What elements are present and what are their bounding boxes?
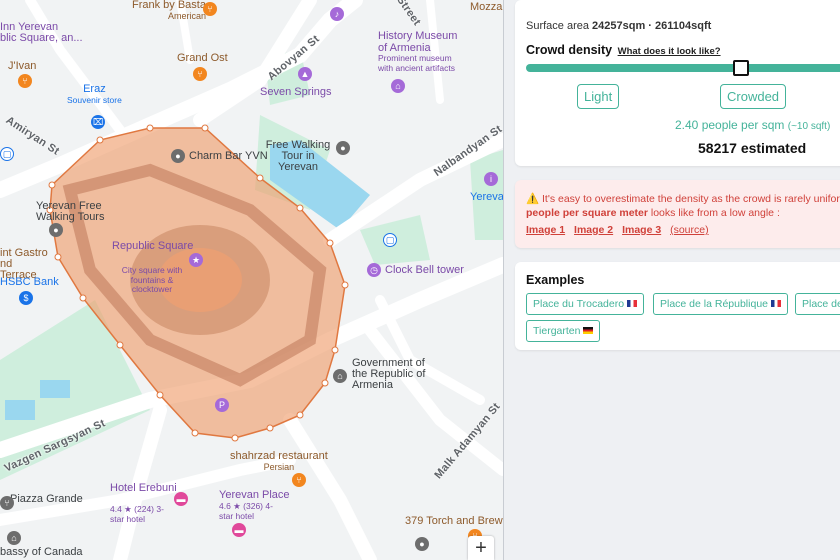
info-pin-icon[interactable]: i — [484, 172, 498, 186]
place-clock-bell-tower[interactable]: Clock Bell tower — [385, 265, 464, 276]
place-hsbc-bank[interactable]: HSBC Bank — [0, 277, 59, 288]
parking-pin-icon[interactable]: P — [215, 398, 229, 412]
map-view[interactable]: Amiryan St Abovyan St Nalbandyan St Vazg… — [0, 0, 503, 560]
bar-pin-icon[interactable]: ● — [171, 149, 185, 163]
per-sqft-value: (~10 sqft) — [787, 121, 831, 132]
bank-pin-icon-2[interactable]: ⌂ — [7, 531, 21, 545]
tour-pin-icon-2[interactable]: ● — [49, 223, 63, 237]
hotel-pin-icon[interactable]: ▬ — [174, 492, 188, 506]
warning-rest: looks like from a low angle : — [647, 207, 780, 219]
example-label: Tiergarten — [533, 325, 581, 337]
density-title: Crowd density — [526, 43, 613, 57]
light-button[interactable]: Light — [577, 84, 620, 109]
fountain-pin-icon[interactable]: ▲ — [298, 67, 312, 81]
example-republique[interactable]: Place de la République — [653, 293, 788, 315]
people-per-sqm-value: 2.40 people per sqm — [675, 118, 785, 132]
warning-links: Image 1 Image 2 Image 3 (source) — [526, 224, 715, 236]
examples-card: Examples Place du Trocadero Place de la … — [515, 262, 840, 350]
example-label: Place du Trocadero — [533, 298, 625, 310]
place-piazza-grande[interactable]: Piazza Grande — [10, 494, 83, 505]
hotel-pin-icon-2[interactable]: ▬ — [232, 523, 246, 537]
france-flag-icon — [627, 300, 638, 307]
clock-pin-icon[interactable]: ◷ — [367, 263, 381, 277]
density-slider[interactable] — [526, 60, 840, 76]
place-grand-ost[interactable]: Grand Ost — [177, 53, 228, 64]
place-government[interactable]: Government of the Republic of Armenia — [352, 358, 442, 391]
image-1-link[interactable]: Image 1 — [526, 224, 565, 236]
place-shahrzad[interactable]: shahrzad restaurant Persian — [230, 451, 328, 473]
landmark-pin-icon[interactable]: ★ — [189, 253, 203, 267]
warning-line-2: people per square meter looks like from … — [526, 206, 840, 220]
place-yerevan-place[interactable]: Yerevan Place 4.6 ★ (326) 4-star hotel — [219, 490, 290, 522]
government-pin-icon[interactable]: ⌂ — [333, 369, 347, 383]
transit-pin-icon[interactable]: ▢ — [383, 233, 397, 247]
place-hotel-erebuni[interactable]: Hotel Erebuni 4.4 ★ (224) 3-star hotel — [110, 483, 177, 525]
restaurant-pin-icon-2[interactable]: ⑂ — [193, 67, 207, 81]
place-republic-square[interactable]: Republic Square City square with fountai… — [112, 241, 193, 295]
image-3-link[interactable]: Image 3 — [622, 224, 661, 236]
example-tiergarten[interactable]: Tiergarten — [526, 320, 601, 342]
source-link[interactable]: (source) — [670, 224, 709, 236]
germany-flag-icon — [583, 327, 594, 334]
density-title-row: Crowd density What does it look like? — [526, 43, 721, 57]
bank-pin-icon[interactable]: $ — [19, 291, 33, 305]
place-jivan[interactable]: J'Ivan — [8, 61, 36, 72]
place-seven-springs[interactable]: Seven Springs — [260, 87, 332, 98]
restaurant-pin-icon-5[interactable]: ⑂ — [0, 496, 14, 510]
warning-text: ⚠️ It's easy to overestimate the density… — [526, 192, 840, 220]
museum-pin-icon[interactable]: ⌂ — [391, 79, 405, 93]
example-label: Place de la République — [660, 298, 768, 310]
place-torch-and-brew[interactable]: 379 Torch and Brew — [405, 516, 503, 527]
place-embassy-canada[interactable]: bassy of Canada — [0, 547, 83, 558]
shop-pin-icon[interactable]: ⌧ — [91, 115, 105, 129]
restaurant-pin-icon[interactable]: ⑂ — [203, 2, 217, 16]
example-label: Place de — [802, 298, 840, 310]
density-card: Surface area 24257sqm · 261104sqft Crowd… — [515, 0, 840, 166]
surface-label: Surface area — [526, 20, 589, 32]
estimate-total: 58217 estimated — [698, 140, 807, 156]
place-mozza[interactable]: Mozza — [470, 2, 502, 13]
warning-bold: people per square meter — [526, 207, 648, 219]
place-free-walking-tour[interactable]: Free Walking Tour in Yerevan — [262, 140, 334, 173]
warning-line-1: ⚠️ It's easy to overestimate the density… — [526, 193, 840, 205]
density-slider-thumb[interactable] — [733, 60, 749, 76]
place-eraz[interactable]: Eraz Souvenir store — [67, 84, 122, 106]
image-2-link[interactable]: Image 2 — [574, 224, 613, 236]
people-per-sqm: 2.40 people per sqm (~10 sqft) — [675, 118, 830, 132]
place-frank-by-basta[interactable]: Frank by Basta American — [132, 0, 206, 22]
france-flag-icon — [771, 300, 781, 307]
music-pin-icon[interactable]: ♪ — [330, 7, 344, 21]
warning-card: ⚠️ It's easy to overestimate the density… — [515, 180, 840, 248]
crowded-button[interactable]: Crowded — [720, 84, 787, 109]
transit-pin-icon-2[interactable]: ▢ — [0, 147, 14, 161]
tour-pin-icon[interactable]: ● — [336, 141, 350, 155]
restaurant-pin-icon-4[interactable]: ⑂ — [292, 473, 306, 487]
density-help-link[interactable]: What does it look like? — [618, 46, 721, 57]
place-yerevan-free-walking[interactable]: Yerevan Free Walking Tours — [36, 201, 106, 223]
place-charm-bar[interactable]: Charm Bar YVN — [189, 151, 268, 162]
place-yerevan-inform[interactable]: Yerevan Inform — [470, 192, 503, 203]
example-trocadero[interactable]: Place du Trocadero — [526, 293, 645, 315]
place-inn-yerevan[interactable]: Inn Yerevan blic Square, an... — [0, 22, 83, 44]
examples-title: Examples — [526, 273, 585, 287]
surface-area: Surface area 24257sqm · 261104sqft — [526, 20, 711, 32]
tour-pin-icon-3[interactable]: ● — [415, 537, 429, 551]
example-place-de[interactable]: Place de — [795, 293, 840, 315]
place-history-museum[interactable]: History Museum of Armenia Prominent muse… — [378, 30, 468, 73]
surface-value: 24257sqm · 261104sqft — [592, 20, 712, 32]
zoom-in-button[interactable]: + — [468, 536, 494, 560]
side-panel: Surface area 24257sqm · 261104sqft Crowd… — [504, 0, 840, 560]
restaurant-pin-icon-3[interactable]: ⑂ — [18, 74, 32, 88]
